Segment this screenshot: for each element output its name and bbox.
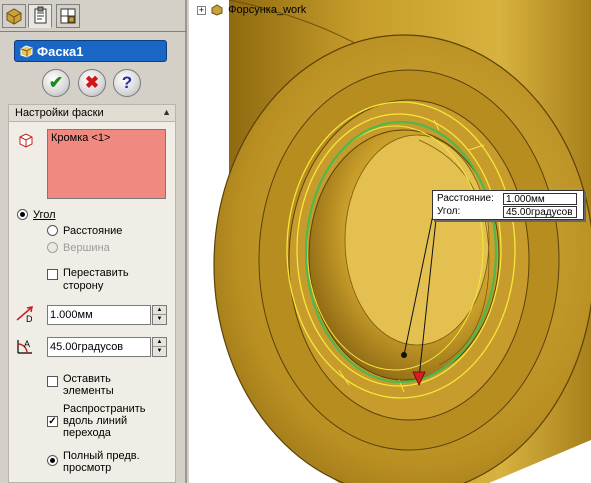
help-label: ? <box>121 73 133 92</box>
spin-down-icon[interactable]: ▼ <box>153 347 166 356</box>
property-manager-tab[interactable] <box>28 4 52 28</box>
part-name[interactable]: Форсунка_work <box>228 4 306 16</box>
keep-features-label-1: Оставить <box>63 373 111 385</box>
dimension-callout[interactable]: Расстояние: 1.000мм Угол: 45.00градусов <box>432 190 584 220</box>
configuration-manager-icon <box>60 8 76 24</box>
callout-angle-label: Угол: <box>437 206 461 217</box>
callout-distance-value[interactable]: 1.000мм <box>503 193 577 205</box>
tangent-propagation-label-2: вдоль линий <box>63 415 128 427</box>
chamfer-parameters-group: Настройки фаски ▲ Кромка <1> Угол Рассто… <box>8 104 176 483</box>
tangent-propagation-checkbox[interactable]: ✓ <box>47 416 58 427</box>
spin-up-icon[interactable]: ▲ <box>153 338 166 347</box>
callout-distance-label: Расстояние: <box>437 193 494 204</box>
part-icon <box>211 4 223 16</box>
property-manager-panel: Фаска1 ✔ ✖ ? Настройки фаски ▲ Кромка <1… <box>0 0 187 483</box>
distance-spinner[interactable]: ▲ ▼ <box>152 305 167 325</box>
group-title: Настройки фаски <box>15 107 104 119</box>
flip-direction-label-2: сторону <box>63 280 104 292</box>
angle-spinner[interactable]: ▲ ▼ <box>152 337 167 357</box>
keep-features-label-2: элементы <box>63 385 114 397</box>
expand-icon[interactable]: + <box>197 5 206 15</box>
callout-angle-value[interactable]: 45.00градусов <box>503 206 577 218</box>
full-preview-label-2: просмотр <box>63 462 112 474</box>
graphics-viewport[interactable]: + Форсунка_work Расстояние: 1.000мм Угол… <box>189 0 591 483</box>
angle-distance-radio[interactable] <box>17 209 28 220</box>
help-button[interactable]: ? <box>113 69 141 97</box>
feature-manager-icon <box>6 8 22 25</box>
distance-dimension-icon: D <box>16 306 33 323</box>
flip-direction-checkbox[interactable] <box>47 269 58 280</box>
spin-down-icon[interactable]: ▼ <box>153 315 166 324</box>
flip-direction-label-1: Переставить <box>63 267 129 279</box>
angle-distance-label: Угол <box>33 209 56 221</box>
manager-tabs <box>0 0 187 32</box>
full-preview-label-1: Полный предв. <box>63 450 140 462</box>
part-model[interactable] <box>189 0 591 483</box>
angle-input[interactable]: 45.00градусов <box>47 337 151 357</box>
checkmark-icon: ✔ <box>48 73 64 92</box>
distance-distance-label: Расстояние <box>63 225 123 237</box>
svg-text:A: A <box>24 339 30 349</box>
svg-text:D: D <box>26 314 33 323</box>
edge-selection-icon <box>19 133 33 148</box>
property-manager-icon <box>34 6 47 24</box>
vertex-radio[interactable] <box>47 242 58 253</box>
group-header[interactable]: Настройки фаски ▲ <box>9 105 175 122</box>
collapse-chevron-icon[interactable]: ▲ <box>162 107 171 117</box>
distance-input[interactable]: 1.000мм <box>47 305 151 325</box>
ok-button[interactable]: ✔ <box>42 69 70 97</box>
feature-manager-tab[interactable] <box>2 4 26 28</box>
tangent-propagation-label-1: Распространить <box>63 403 146 415</box>
edges-selection-box[interactable]: Кромка <1> <box>47 129 166 199</box>
selection-item[interactable]: Кромка <1> <box>51 132 162 144</box>
feature-title: Фаска1 <box>37 44 84 59</box>
feature-title-bar: Фаска1 <box>14 40 167 62</box>
keep-features-checkbox[interactable] <box>47 376 58 387</box>
angle-dimension-icon: A <box>17 339 32 354</box>
configuration-manager-tab[interactable] <box>56 4 80 28</box>
distance-distance-radio[interactable] <box>47 225 58 236</box>
x-icon: ✖ <box>84 73 100 92</box>
cancel-button[interactable]: ✖ <box>78 69 106 97</box>
full-preview-radio[interactable] <box>47 455 58 466</box>
tangent-propagation-label-3: перехода <box>63 427 111 439</box>
vertex-label: Вершина <box>63 242 110 254</box>
chamfer-feature-icon <box>20 45 33 58</box>
spin-up-icon[interactable]: ▲ <box>153 306 166 315</box>
feature-tree-root[interactable]: + Форсунка_work <box>197 4 306 16</box>
